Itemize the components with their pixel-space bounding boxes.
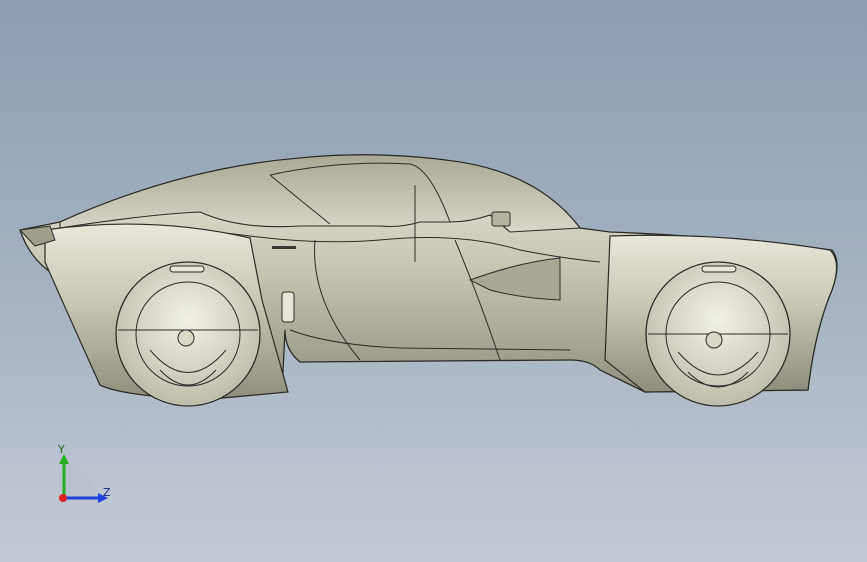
graphics-viewport[interactable]: Y Z (0, 0, 867, 562)
y-axis-label: Y (58, 443, 65, 456)
side-marker (281, 291, 295, 323)
x-axis-dot (59, 494, 67, 502)
z-axis-label: Z (103, 486, 111, 499)
door-handle (272, 246, 296, 249)
roof-fin (491, 211, 511, 227)
front-wheel[interactable] (115, 261, 261, 407)
rear-wheel[interactable] (645, 261, 791, 407)
car-model[interactable] (0, 0, 867, 562)
